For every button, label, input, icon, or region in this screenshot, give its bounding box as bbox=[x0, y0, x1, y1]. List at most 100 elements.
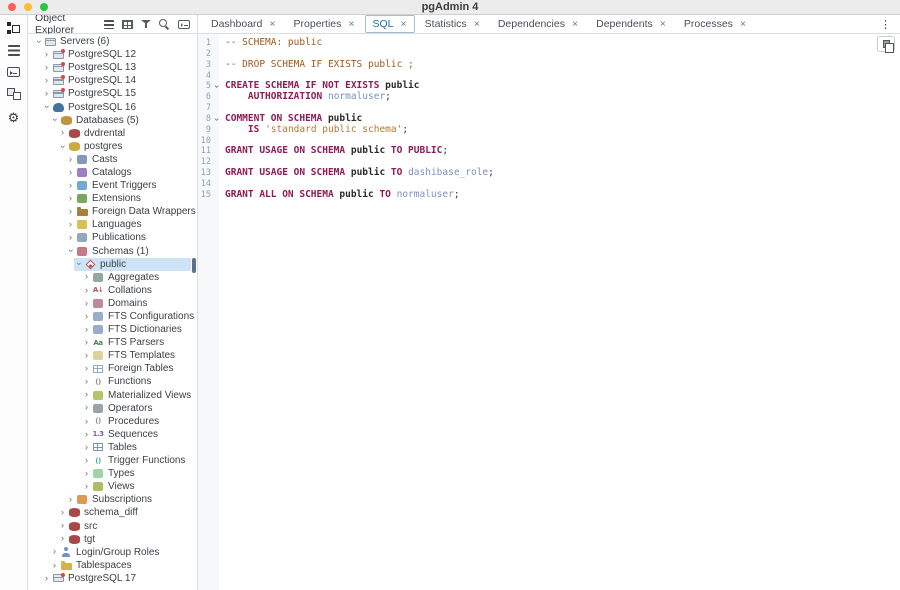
tree-item-collations[interactable]: A↓Collations bbox=[28, 284, 197, 297]
fold-arrow-icon[interactable] bbox=[211, 114, 221, 125]
expand-chevron-icon[interactable] bbox=[82, 272, 91, 282]
expand-chevron-icon[interactable] bbox=[42, 574, 51, 584]
collapse-chevron-icon[interactable] bbox=[74, 260, 84, 269]
tree-item-extensions[interactable]: Extensions bbox=[28, 192, 197, 205]
expand-chevron-icon[interactable] bbox=[66, 233, 75, 243]
tree-item-databases-5[interactable]: Databases (5) bbox=[28, 114, 197, 127]
tree-item-procedures[interactable]: ()Procedures bbox=[28, 415, 197, 428]
tree-item-postgresql-17[interactable]: PostgreSQL 17 bbox=[28, 572, 197, 585]
collapse-chevron-icon[interactable] bbox=[58, 142, 68, 151]
expand-chevron-icon[interactable] bbox=[82, 456, 91, 466]
console-icon[interactable] bbox=[178, 20, 190, 29]
sql-editor[interactable]: 1-- SCHEMA: public23-- DROP SCHEMA IF EX… bbox=[198, 34, 900, 590]
tree-item-subscriptions[interactable]: Subscriptions bbox=[28, 493, 197, 506]
servers-toolbar-icon[interactable] bbox=[104, 20, 114, 29]
tab-sql[interactable]: SQL× bbox=[365, 15, 415, 33]
expand-chevron-icon[interactable] bbox=[66, 181, 75, 191]
copy-button[interactable] bbox=[877, 36, 895, 52]
expand-chevron-icon[interactable] bbox=[82, 390, 91, 400]
tree-item-tables[interactable]: Tables bbox=[28, 441, 197, 454]
close-icon[interactable]: × bbox=[269, 19, 275, 30]
close-icon[interactable]: × bbox=[348, 19, 354, 30]
tree-item-fts-templates[interactable]: FTS Templates bbox=[28, 349, 197, 362]
tree-item-public[interactable]: public bbox=[28, 258, 197, 271]
tree-item-postgresql-14[interactable]: PostgreSQL 14 bbox=[28, 74, 197, 87]
tree-item-tgt[interactable]: tgt bbox=[28, 533, 197, 546]
tree-item-views[interactable]: Views bbox=[28, 480, 197, 493]
expand-chevron-icon[interactable] bbox=[82, 377, 91, 387]
tree-item-sequences[interactable]: 1.3Sequences bbox=[28, 428, 197, 441]
expand-chevron-icon[interactable] bbox=[42, 76, 51, 86]
expand-chevron-icon[interactable] bbox=[82, 351, 91, 361]
tree-item-fts-dictionaries[interactable]: FTS Dictionaries bbox=[28, 323, 197, 336]
tab-processes[interactable]: Processes× bbox=[676, 15, 754, 33]
tree-item-materialized-views[interactable]: Materialized Views bbox=[28, 389, 197, 402]
expand-chevron-icon[interactable] bbox=[50, 547, 59, 557]
expand-chevron-icon[interactable] bbox=[66, 194, 75, 204]
expand-chevron-icon[interactable] bbox=[58, 534, 67, 544]
expand-chevron-icon[interactable] bbox=[82, 299, 91, 309]
tree-item-postgresql-15[interactable]: PostgreSQL 15 bbox=[28, 87, 197, 100]
tree-item-languages[interactable]: Languages bbox=[28, 218, 197, 231]
collapse-chevron-icon[interactable] bbox=[66, 247, 76, 256]
tab-statistics[interactable]: Statistics× bbox=[417, 15, 488, 33]
tree-item-domains[interactable]: Domains bbox=[28, 297, 197, 310]
tree-item-functions[interactable]: ()Functions bbox=[28, 375, 197, 388]
close-icon[interactable]: × bbox=[660, 19, 666, 30]
tree-item-trigger-functions[interactable]: ()Trigger Functions bbox=[28, 454, 197, 467]
tree-item-dvdrental[interactable]: dvdrental bbox=[28, 127, 197, 140]
expand-chevron-icon[interactable] bbox=[58, 521, 67, 531]
layers-icon[interactable] bbox=[8, 45, 20, 56]
collapse-chevron-icon[interactable] bbox=[42, 103, 52, 112]
expand-chevron-icon[interactable] bbox=[82, 443, 91, 453]
expand-chevron-icon[interactable] bbox=[66, 220, 75, 230]
expand-chevron-icon[interactable] bbox=[82, 469, 91, 479]
tree-item-postgres[interactable]: postgres bbox=[28, 140, 197, 153]
expand-chevron-icon[interactable] bbox=[58, 128, 67, 138]
tree-item-foreign-data-wrappers[interactable]: Foreign Data Wrappers bbox=[28, 205, 197, 218]
tree-item-catalogs[interactable]: Catalogs bbox=[28, 166, 197, 179]
expand-chevron-icon[interactable] bbox=[82, 364, 91, 374]
object-explorer-icon[interactable] bbox=[7, 22, 21, 34]
filter-icon[interactable] bbox=[141, 20, 151, 29]
expand-chevron-icon[interactable] bbox=[58, 508, 67, 518]
kebab-menu-icon[interactable] bbox=[880, 18, 891, 31]
tree-item-publications[interactable]: Publications bbox=[28, 231, 197, 244]
expand-chevron-icon[interactable] bbox=[42, 63, 51, 73]
tree-item-login-group-roles[interactable]: Login/Group Roles bbox=[28, 546, 197, 559]
expand-chevron-icon[interactable] bbox=[82, 286, 91, 296]
expand-chevron-icon[interactable] bbox=[82, 338, 91, 348]
search-icon[interactable] bbox=[159, 19, 170, 30]
expand-chevron-icon[interactable] bbox=[82, 430, 91, 440]
tree-item-casts[interactable]: Casts bbox=[28, 153, 197, 166]
tree-item-postgresql-16[interactable]: PostgreSQL 16 bbox=[28, 100, 197, 113]
tree-item-fts-parsers[interactable]: AaFTS Parsers bbox=[28, 336, 197, 349]
expand-chevron-icon[interactable] bbox=[50, 561, 59, 571]
tree-item-operators[interactable]: Operators bbox=[28, 402, 197, 415]
expand-chevron-icon[interactable] bbox=[82, 325, 91, 335]
tree-item-postgresql-13[interactable]: PostgreSQL 13 bbox=[28, 61, 197, 74]
expand-chevron-icon[interactable] bbox=[82, 482, 91, 492]
expand-chevron-icon[interactable] bbox=[66, 495, 75, 505]
schema-diff-icon[interactable] bbox=[7, 88, 21, 100]
tree-item-servers-6[interactable]: Servers (6) bbox=[28, 35, 197, 48]
tree-item-src[interactable]: src bbox=[28, 519, 197, 532]
expand-chevron-icon[interactable] bbox=[66, 168, 75, 178]
grid-icon[interactable] bbox=[122, 20, 133, 29]
tree-item-event-triggers[interactable]: Event Triggers bbox=[28, 179, 197, 192]
tree-item-schema-diff[interactable]: schema_diff bbox=[28, 506, 197, 519]
tab-properties[interactable]: Properties× bbox=[286, 15, 363, 33]
expand-chevron-icon[interactable] bbox=[82, 417, 91, 427]
tree-item-types[interactable]: Types bbox=[28, 467, 197, 480]
settings-gear-icon[interactable] bbox=[8, 111, 20, 124]
tree-item-tablespaces[interactable]: Tablespaces bbox=[28, 559, 197, 572]
tree-item-foreign-tables[interactable]: Foreign Tables bbox=[28, 362, 197, 375]
tree-item-aggregates[interactable]: Aggregates bbox=[28, 271, 197, 284]
tree-item-fts-configurations[interactable]: FTS Configurations bbox=[28, 310, 197, 323]
tree-scrollbar-thumb[interactable] bbox=[192, 258, 196, 273]
tab-dependents[interactable]: Dependents× bbox=[588, 15, 674, 33]
expand-chevron-icon[interactable] bbox=[82, 403, 91, 413]
expand-chevron-icon[interactable] bbox=[42, 50, 51, 60]
expand-chevron-icon[interactable] bbox=[82, 312, 91, 322]
collapse-chevron-icon[interactable] bbox=[34, 37, 44, 46]
